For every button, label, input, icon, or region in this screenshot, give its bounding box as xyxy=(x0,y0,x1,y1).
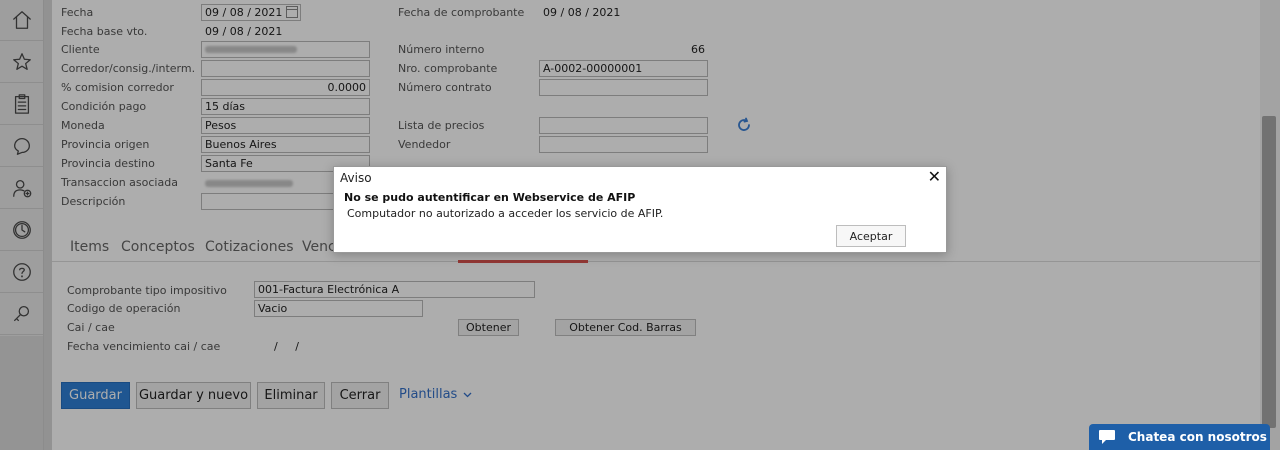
close-icon[interactable]: ✕ xyxy=(928,168,941,186)
chat-label: Chatea con nosotros xyxy=(1128,430,1267,444)
aceptar-button[interactable]: Aceptar xyxy=(836,225,906,247)
chat-icon xyxy=(1098,429,1116,445)
chat-widget[interactable]: Chatea con nosotros xyxy=(1089,424,1270,450)
dialog-heading: No se pudo autentificar en Webservice de… xyxy=(344,191,636,204)
aviso-dialog: Aviso ✕ No se pudo autentificar en Webse… xyxy=(333,166,947,253)
dialog-message: Computador no autorizado a acceder los s… xyxy=(347,207,664,220)
dialog-title: Aviso xyxy=(340,171,372,185)
